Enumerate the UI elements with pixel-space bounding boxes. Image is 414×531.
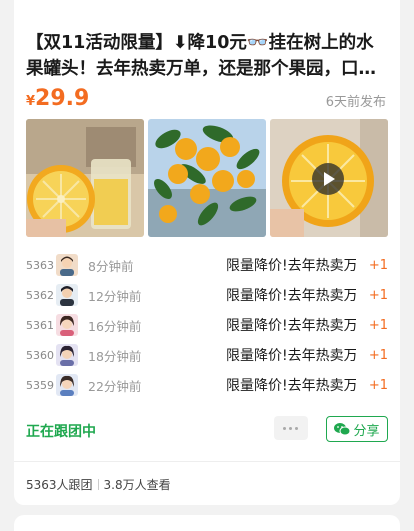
dot-icon <box>283 427 286 430</box>
follower-number: 5363 <box>26 258 54 272</box>
more-button[interactable] <box>274 416 308 440</box>
follow-time: 16分钟前 <box>88 318 142 334</box>
avatar[interactable] <box>56 284 78 306</box>
price-symbol: ¥ <box>26 94 36 109</box>
follower-number: 5361 <box>26 318 54 332</box>
follow-message: 限量降价!去年热卖万单 <box>226 318 356 334</box>
follow-quantity: +1 <box>368 347 388 363</box>
avatar[interactable] <box>56 254 78 276</box>
follow-message: 限量降价!去年热卖万单 <box>226 348 356 364</box>
photo-orange-half[interactable] <box>270 119 388 237</box>
stats-bar: 5363人跟团 3.8万人查看 <box>26 476 171 493</box>
joined-count: 5363人跟团 <box>26 478 93 492</box>
divider <box>14 461 400 462</box>
follower-number: 5359 <box>26 378 54 392</box>
dot-icon <box>289 427 292 430</box>
follower-number: 5360 <box>26 348 54 362</box>
follow-time: 8分钟前 <box>88 258 134 274</box>
follow-message: 限量降价!去年热卖万单 <box>226 288 356 304</box>
follower-row: 5363 8分钟前 限量降价!去年热卖万单 +1 <box>26 250 388 280</box>
next-card[interactable] <box>14 515 400 531</box>
follower-row: 5362 12分钟前 限量降价!去年热卖万单 +1 <box>26 280 388 310</box>
follow-message: 限量降价!去年热卖万单 <box>226 378 356 394</box>
follower-row: 5359 22分钟前 限量降价!去年热卖万单 +1 <box>26 370 388 400</box>
follower-list: 5363 8分钟前 限量降价!去年热卖万单 +1 5362 12分钟前 限量降价… <box>26 250 388 400</box>
follow-quantity: +1 <box>368 257 388 273</box>
follow-quantity: +1 <box>368 317 388 333</box>
group-buy-card[interactable]: 【双11活动限量】⬇降10元👓挂在树上的水果罐头！去年热卖万单，还是那个果园，口… <box>14 0 400 505</box>
price: ¥29.9 <box>26 86 89 111</box>
dot-icon <box>295 427 298 430</box>
avatar[interactable] <box>56 314 78 336</box>
photo-orange-tree[interactable] <box>148 119 266 237</box>
separator <box>97 479 99 490</box>
avatar[interactable] <box>56 374 78 396</box>
share-label: 分享 <box>353 423 380 439</box>
follower-row: 5360 18分钟前 限量降价!去年热卖万单 +1 <box>26 340 388 370</box>
follow-quantity: +1 <box>368 287 388 303</box>
play-icon[interactable] <box>312 163 344 195</box>
post-title[interactable]: 【双11活动限量】⬇降10元👓挂在树上的水果罐头！去年热卖万单，还是那个果园，口… <box>26 30 388 82</box>
share-button[interactable]: 分享 <box>326 416 388 442</box>
following-status[interactable]: 正在跟团中 <box>26 421 96 441</box>
follow-quantity: +1 <box>368 377 388 393</box>
follow-time: 12分钟前 <box>88 288 142 304</box>
follow-message: 限量降价!去年热卖万单 <box>226 258 356 274</box>
price-value: 29.9 <box>35 86 90 111</box>
follow-time: 22分钟前 <box>88 378 142 394</box>
avatar[interactable] <box>56 344 78 366</box>
follower-row: 5361 16分钟前 限量降价!去年热卖万单 +1 <box>26 310 388 340</box>
follow-time: 18分钟前 <box>88 348 142 364</box>
photo-gallery <box>26 119 388 237</box>
wechat-icon <box>334 423 351 436</box>
follower-number: 5362 <box>26 288 54 302</box>
view-count: 3.8万人查看 <box>103 478 171 492</box>
photo-orange-juice[interactable] <box>26 119 144 237</box>
posted-time: 6天前发布 <box>325 95 386 110</box>
